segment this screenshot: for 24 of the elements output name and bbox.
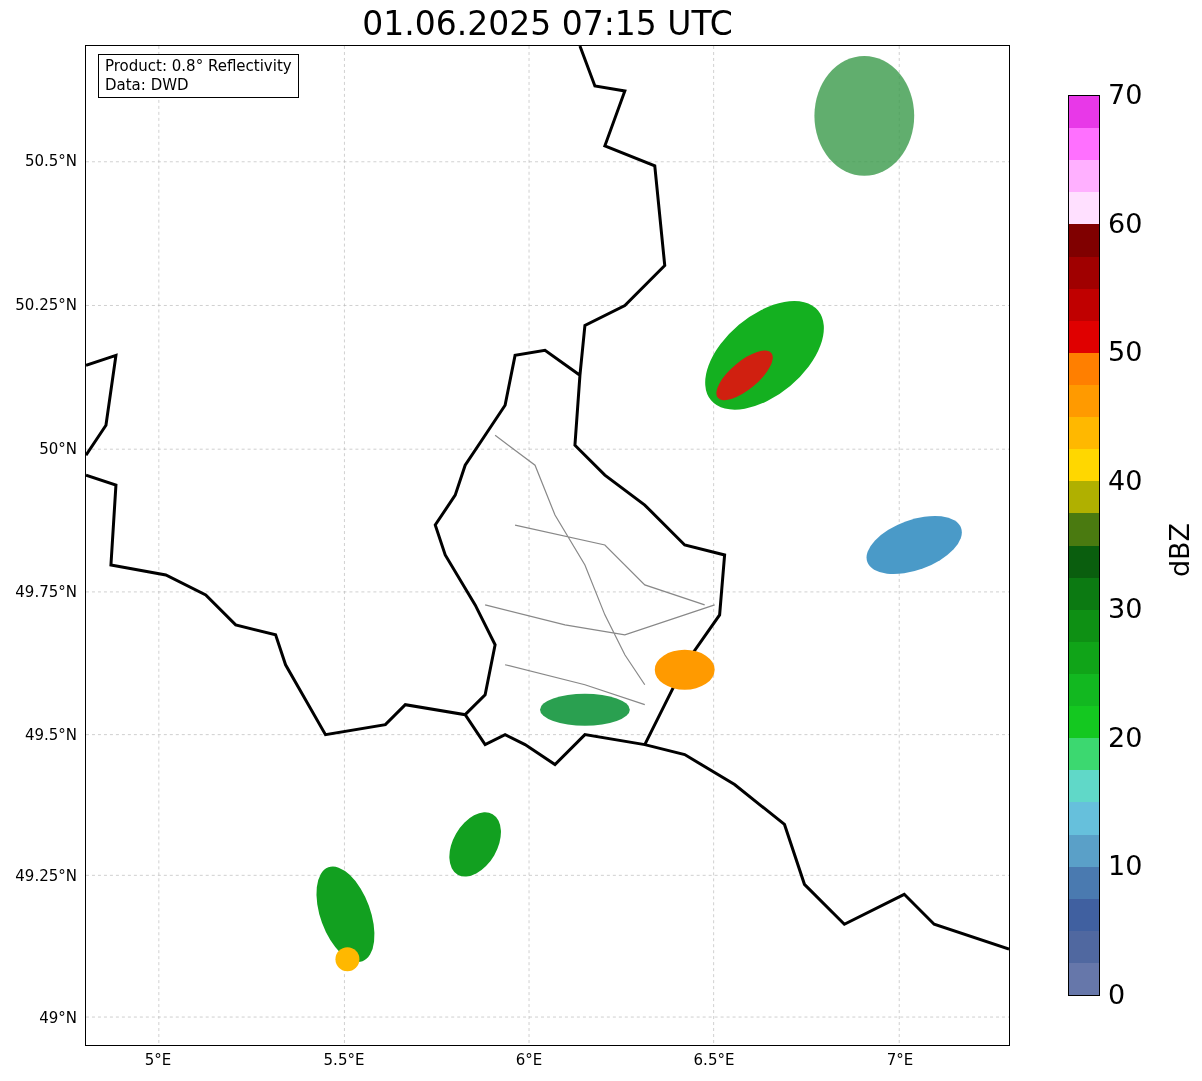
colorbar-tick-label: 0 [1108, 980, 1126, 1010]
latitude-label: 49.25°N [15, 867, 77, 885]
legend-text: Product: 0.8° Reflectivity [105, 57, 292, 76]
latitude-label: 50.5°N [24, 152, 77, 170]
colorbar-tick-label: 20 [1108, 722, 1143, 753]
latitude-label: 50.25°N [15, 296, 77, 314]
chart-title: 01.06.2025 07:15 UTC [362, 4, 733, 44]
colorbar-label: dBZ [1165, 522, 1195, 578]
longitude-label: 5.5°E [323, 1051, 365, 1069]
longitude-label: 6.5°E [693, 1051, 735, 1069]
colorbar-tick-label: 60 [1108, 208, 1143, 239]
longitude-label: 6°E [515, 1051, 543, 1069]
colorbar-tick-label: 40 [1108, 465, 1143, 496]
longitude-label: 7°E [886, 1051, 914, 1069]
colorbar-tick-label: 10 [1108, 851, 1143, 882]
colorbar-tick-label: 30 [1108, 594, 1143, 625]
latitude-label: 49°N [39, 1009, 77, 1027]
longitude-label: 5°E [144, 1051, 172, 1069]
latitude-label: 49.75°N [15, 583, 77, 601]
latitude-label: 49.5°N [24, 726, 77, 744]
latitude-label: 50°N [39, 440, 77, 458]
colorbar-tick-label: 70 [1108, 80, 1143, 110]
colorbar-tick-label: 50 [1108, 337, 1143, 368]
legend-text: Data: DWD [105, 76, 190, 95]
